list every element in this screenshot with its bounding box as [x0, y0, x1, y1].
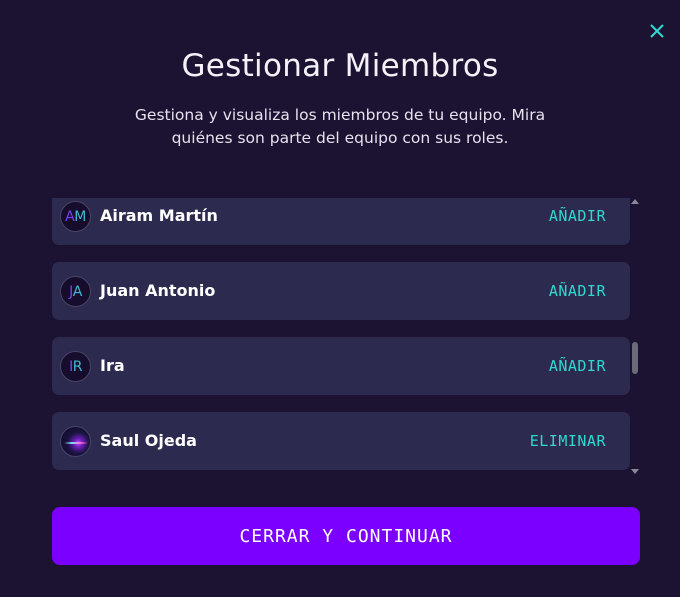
member-name: Saul Ojeda: [100, 431, 197, 450]
avatar: JA: [60, 276, 91, 307]
modal-subtitle: Gestiona y visualiza los miembros de tu …: [134, 106, 546, 147]
member-name: Ira: [100, 356, 125, 375]
scroll-down-arrow-icon[interactable]: [631, 469, 639, 474]
member-row: Saul Ojeda ELIMINAR: [52, 412, 630, 470]
member-row: JA Juan Antonio AÑADIR: [52, 262, 630, 320]
avatar: AM: [60, 201, 91, 232]
avatar: IR: [60, 351, 91, 382]
avatar-initial: R: [72, 358, 83, 375]
remove-member-button[interactable]: ELIMINAR: [530, 412, 606, 470]
member-row: AM Airam Martín AÑADIR: [52, 198, 630, 245]
avatar: [60, 426, 91, 457]
modal-title: Gestionar Miembros: [181, 48, 499, 84]
scrollbar-thumb[interactable]: [632, 342, 638, 374]
close-icon: [650, 24, 664, 38]
member-name: Airam Martín: [100, 206, 218, 225]
add-member-button[interactable]: AÑADIR: [549, 337, 606, 395]
scroll-up-arrow-icon[interactable]: [631, 199, 639, 204]
avatar-initial: A: [72, 283, 83, 300]
avatar-initial: A: [65, 208, 75, 225]
close-button[interactable]: [646, 20, 668, 42]
add-member-button[interactable]: AÑADIR: [549, 262, 606, 320]
member-row: IR Ira AÑADIR: [52, 337, 630, 395]
avatar-initial: M: [74, 208, 86, 225]
members-list[interactable]: AM Airam Martín AÑADIR JA Juan Antonio A…: [52, 198, 640, 475]
add-member-button[interactable]: AÑADIR: [549, 198, 606, 245]
close-and-continue-button[interactable]: CERRAR Y CONTINUAR: [52, 507, 640, 565]
member-name: Juan Antonio: [100, 281, 216, 300]
scrollbar[interactable]: [630, 198, 640, 475]
